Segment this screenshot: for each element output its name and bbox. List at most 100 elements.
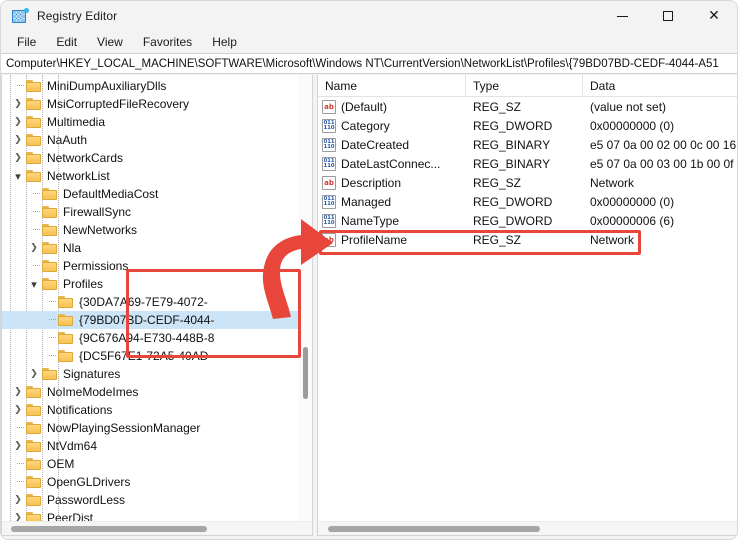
value-data-cell: e5 07 0a 00 03 00 1b 00 0f 00 07 0 bbox=[583, 154, 738, 173]
tree-item[interactable]: {DC5F67E1-72A5-40AD- bbox=[2, 347, 312, 365]
tree-item[interactable]: ❯Notifications bbox=[2, 401, 312, 419]
address-bar[interactable]: Computer\HKEY_LOCAL_MACHINE\SOFTWARE\Mic… bbox=[1, 53, 737, 74]
minimize-button[interactable] bbox=[599, 1, 645, 31]
folder-icon bbox=[26, 116, 42, 129]
tree-item-label: NoImeModeImes bbox=[47, 385, 142, 399]
tree-indent bbox=[2, 473, 10, 491]
tree-item-label: NowPlayingSessionManager bbox=[47, 421, 204, 435]
tree-connector-line bbox=[26, 203, 42, 221]
tree-connector-line bbox=[42, 311, 58, 329]
menu-item-help[interactable]: Help bbox=[202, 33, 247, 51]
tree-item[interactable]: ❯ NaAuth bbox=[2, 131, 312, 149]
tree-item[interactable]: ❯MsiCorruptedFileRecovery bbox=[2, 95, 312, 113]
tree-item[interactable]: ❯PasswordLess bbox=[2, 491, 312, 509]
column-header-data[interactable]: Data bbox=[583, 75, 738, 97]
value-name-text: Category bbox=[341, 119, 390, 133]
maximize-button[interactable] bbox=[645, 1, 691, 31]
value-type-cell: REG_BINARY bbox=[466, 135, 583, 154]
tree-item-label: Permissions bbox=[63, 259, 132, 273]
tree-item[interactable]: NowPlayingSessionManager bbox=[2, 419, 312, 437]
tree-item[interactable]: OpenGLDrivers bbox=[2, 473, 312, 491]
tree-connector-line bbox=[10, 473, 26, 491]
tree-item[interactable]: NewNetworks bbox=[2, 221, 312, 239]
value-row[interactable]: 011110CategoryREG_DWORD0x00000000 (0) bbox=[318, 116, 738, 135]
tree-item[interactable]: {79BD07BD-CEDF-4044- bbox=[2, 311, 312, 329]
column-header-type[interactable]: Type bbox=[466, 75, 583, 97]
value-row[interactable]: ab(Default)REG_SZ(value not set) bbox=[318, 97, 738, 116]
chevron-right-icon[interactable]: ❯ bbox=[10, 113, 26, 131]
folder-icon bbox=[26, 404, 42, 417]
value-row[interactable]: 011110DateLastConnec...REG_BINARYe5 07 0… bbox=[318, 154, 738, 173]
address-path-text: Computer\HKEY_LOCAL_MACHINE\SOFTWARE\Mic… bbox=[6, 58, 719, 70]
tree-item-label: Profiles bbox=[63, 277, 107, 291]
value-name-cell: 011110DateCreated bbox=[318, 135, 466, 154]
minimize-icon bbox=[617, 16, 628, 17]
chevron-down-icon[interactable]: ▾ bbox=[26, 275, 42, 293]
value-row[interactable]: 011110NameTypeREG_DWORD0x00000006 (6) bbox=[318, 211, 738, 230]
menu-item-view[interactable]: View bbox=[87, 33, 133, 51]
tree-indent bbox=[2, 455, 10, 473]
menu-item-file[interactable]: File bbox=[7, 33, 46, 51]
value-row[interactable]: abDescriptionREG_SZNetwork bbox=[318, 173, 738, 192]
tree-item-label: Multimedia bbox=[47, 115, 109, 129]
chevron-right-icon[interactable]: ❯ bbox=[26, 365, 42, 383]
menu-item-edit[interactable]: Edit bbox=[46, 33, 87, 51]
values-list[interactable]: ab(Default)REG_SZ(value not set) 011110 Ca… bbox=[318, 97, 738, 522]
tree-connector-line bbox=[10, 455, 26, 473]
tree-item[interactable]: ❯NetworkCards bbox=[2, 149, 312, 167]
chevron-right-icon[interactable]: ❯ bbox=[26, 239, 42, 257]
chevron-right-icon[interactable]: ❯ bbox=[10, 437, 26, 455]
value-name-cell: 011110NameType bbox=[318, 211, 466, 230]
tree-item-label: Nla bbox=[63, 241, 85, 255]
tree-item[interactable]: DefaultMediaCost bbox=[2, 185, 312, 203]
tree-item[interactable]: ❯ Multimedia bbox=[2, 113, 312, 131]
tree-connector-line bbox=[42, 293, 58, 311]
tree-horizontal-scrollbar[interactable] bbox=[2, 521, 312, 535]
registry-tree[interactable]: MiniDumpAuxiliaryDlls❯MsiCorruptedFileRe… bbox=[2, 75, 312, 522]
values-horizontal-scrollbar[interactable] bbox=[318, 521, 738, 535]
tree-item-label: Signatures bbox=[63, 367, 124, 381]
tree-connector-line bbox=[42, 329, 58, 347]
value-name-cell: ab(Default) bbox=[318, 97, 466, 116]
tree-vertical-scrollbar[interactable] bbox=[298, 75, 312, 521]
chevron-right-icon[interactable]: ❯ bbox=[10, 383, 26, 401]
tree-item[interactable]: ❯ Nla bbox=[2, 239, 312, 257]
menu-item-favorites[interactable]: Favorites bbox=[133, 33, 202, 51]
tree-item-label: NaAuth bbox=[47, 133, 91, 147]
chevron-down-icon[interactable]: ▾ bbox=[10, 167, 26, 185]
tree-indent bbox=[2, 419, 10, 437]
value-row[interactable]: 011110ManagedREG_DWORD0x00000000 (0) bbox=[318, 192, 738, 211]
column-header-name[interactable]: Name bbox=[318, 75, 466, 97]
tree-item[interactable]: MiniDumpAuxiliaryDlls bbox=[2, 77, 312, 95]
value-name-text: Description bbox=[341, 176, 401, 190]
folder-icon bbox=[26, 422, 42, 435]
window-controls: ✕ bbox=[599, 1, 737, 31]
tree-item[interactable]: Permissions bbox=[2, 257, 312, 275]
folder-icon bbox=[26, 440, 42, 453]
value-type-cell: REG_SZ bbox=[466, 173, 583, 192]
chevron-right-icon[interactable]: ❯ bbox=[10, 131, 26, 149]
tree-indent bbox=[2, 149, 10, 167]
tree-item[interactable]: OEM bbox=[2, 455, 312, 473]
tree-item[interactable]: ▾ Profiles bbox=[2, 275, 312, 293]
tree-item[interactable]: {9C676A94-E730-448B-8 bbox=[2, 329, 312, 347]
tree-item[interactable]: {30DA7A69-7E79-4072- bbox=[2, 293, 312, 311]
tree-item[interactable]: FirewallSync bbox=[2, 203, 312, 221]
binary-value-icon: 011110 bbox=[322, 157, 336, 171]
tree-item[interactable]: ❯ Signatures bbox=[2, 365, 312, 383]
value-row[interactable]: abProfileNameREG_SZNetwork bbox=[318, 230, 738, 249]
chevron-right-icon[interactable]: ❯ bbox=[10, 149, 26, 167]
tree-indent bbox=[2, 185, 26, 203]
chevron-right-icon[interactable]: ❯ bbox=[10, 95, 26, 113]
value-row[interactable]: 011110DateCreatedREG_BINARYe5 07 0a 00 0… bbox=[318, 135, 738, 154]
tree-item[interactable]: ▾NetworkList bbox=[2, 167, 312, 185]
tree-item[interactable]: ❯ NoImeModeImes bbox=[2, 383, 312, 401]
chevron-right-icon[interactable]: ❯ bbox=[10, 491, 26, 509]
folder-icon bbox=[26, 476, 42, 489]
folder-icon bbox=[26, 170, 42, 183]
close-button[interactable]: ✕ bbox=[691, 1, 737, 31]
tree-item[interactable]: ❯NtVdm64 bbox=[2, 437, 312, 455]
chevron-right-icon[interactable]: ❯ bbox=[10, 401, 26, 419]
binary-value-icon: 011110 bbox=[322, 119, 336, 133]
tree-indent bbox=[2, 239, 26, 257]
